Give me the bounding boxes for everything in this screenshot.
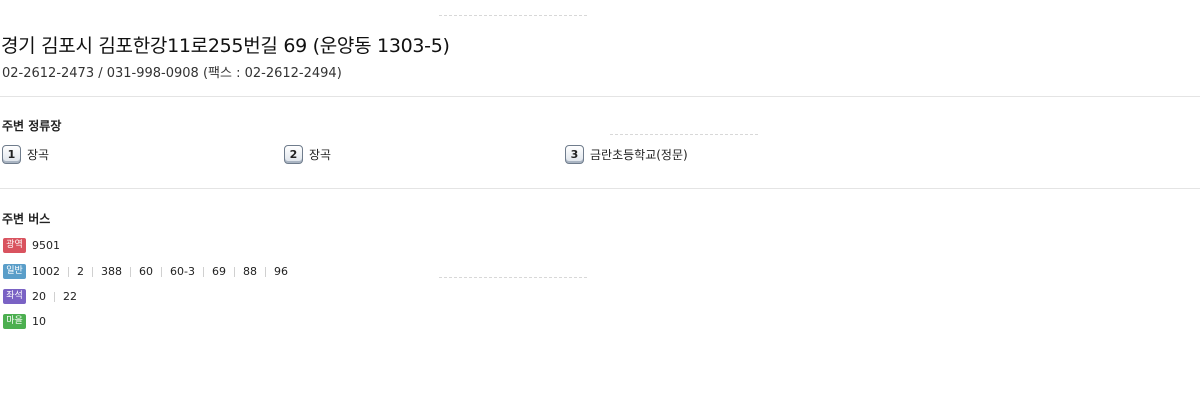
bus-route-link[interactable]: 69	[212, 265, 226, 278]
route-list: 9501	[32, 239, 60, 252]
divider-dash-mid	[610, 134, 758, 135]
place-address: 경기 김포시 김포한강11로255번길 69 (운양동 1303-5)	[1, 35, 450, 57]
bus-route-link[interactable]: 88	[243, 265, 257, 278]
bus-route-link[interactable]: 1002	[32, 265, 60, 278]
bus-route-link[interactable]: 96	[274, 265, 288, 278]
place-phones: 02-2612-2473 / 031-998-0908 (팩스 : 02-261…	[2, 66, 342, 81]
route-separator	[161, 266, 162, 277]
bus-stop-item[interactable]: 2 장곡	[284, 145, 331, 164]
bus-type-badge: 일반	[3, 264, 26, 279]
stop-number-icon: 2	[284, 145, 303, 164]
route-separator	[68, 266, 69, 277]
route-separator	[54, 291, 55, 302]
bus-type-badge: 광역	[3, 238, 26, 253]
route-separator	[264, 266, 266, 277]
bus-route-link[interactable]: 60-3	[170, 265, 195, 278]
stop-name[interactable]: 장곡	[27, 146, 49, 163]
bus-route-link[interactable]: 388	[101, 265, 122, 278]
bus-section-title: 주변 버스	[2, 212, 51, 226]
divider-dash-low	[439, 277, 587, 278]
route-separator	[233, 266, 235, 277]
bus-type-row: 좌석 20 22	[3, 289, 77, 304]
bus-route-link[interactable]: 2	[77, 265, 84, 278]
section-divider	[0, 96, 1200, 97]
route-list: 1002 2 388 60 60-3 69 88 96	[32, 265, 288, 278]
route-list: 10	[32, 315, 46, 328]
bus-route-link[interactable]: 9501	[32, 239, 60, 252]
stops-section-title: 주변 정류장	[2, 119, 62, 133]
bus-route-link[interactable]: 20	[32, 290, 46, 303]
stop-number-icon: 1	[2, 145, 21, 164]
divider-dash-top	[439, 15, 587, 16]
stop-name[interactable]: 금란초등학교(정문)	[590, 146, 688, 163]
route-separator	[130, 266, 131, 277]
route-list: 20 22	[32, 290, 77, 303]
bus-route-link[interactable]: 10	[32, 315, 46, 328]
bus-route-link[interactable]: 22	[63, 290, 77, 303]
section-divider	[0, 188, 1200, 189]
route-separator	[92, 266, 93, 277]
route-separator	[202, 266, 204, 277]
bus-type-row: 마을 10	[3, 314, 46, 329]
bus-route-link[interactable]: 60	[139, 265, 153, 278]
bus-type-row: 광역 9501	[3, 238, 60, 253]
bus-type-badge: 좌석	[3, 289, 26, 304]
bus-stop-item[interactable]: 3 금란초등학교(정문)	[565, 145, 688, 164]
bus-stop-item[interactable]: 1 장곡	[2, 145, 49, 164]
bus-type-badge: 마을	[3, 314, 26, 329]
bus-type-row: 일반 1002 2 388 60 60-3 69 88 96	[3, 264, 288, 279]
stop-number-icon: 3	[565, 145, 584, 164]
stop-name[interactable]: 장곡	[309, 146, 331, 163]
